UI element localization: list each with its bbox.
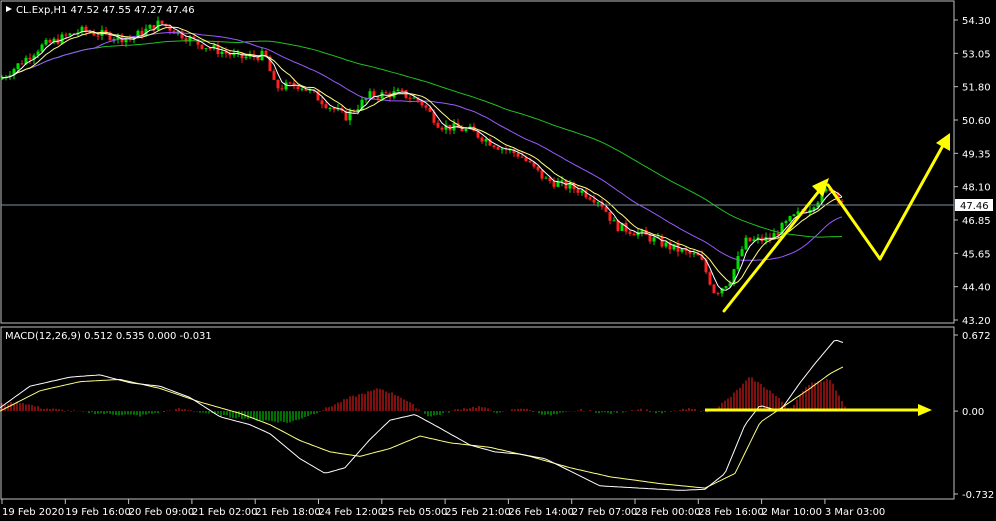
time-tick-label: 28 Feb 16:00 [698,507,764,518]
main-price-panel[interactable] [0,0,955,324]
price-tick-label: 46.85 [962,216,991,227]
time-tick-label: 21 Feb 02:00 [192,507,258,518]
current-price-value: 47.46 [960,201,989,212]
macd-tick-label: 0.672 [962,331,991,342]
time-tick-label: 21 Feb 18:00 [255,507,321,518]
time-tick-label: 2 Mar 10:00 [762,507,822,518]
price-axis[interactable]: 54.30 53.05 51.80 50.60 49.35 48.10 46.85 45.65… [954,16,991,327]
time-tick-label: 26 Feb 14:00 [508,507,574,518]
price-tick-label: 53.05 [962,49,991,60]
price-tick-label: 54.30 [962,16,991,27]
time-tick-label: 25 Feb 21:00 [445,507,511,518]
time-tick-label: 20 Feb 09:00 [129,507,195,518]
macd-axis[interactable]: 0.672 0.00 -0.732 [954,331,994,501]
time-tick-label: 19 Feb 2020 [2,507,64,518]
price-tick-label: 50.60 [962,116,991,127]
price-tick-label: 44.40 [962,283,991,294]
time-tick-label: 24 Feb 12:00 [319,507,385,518]
time-tick-label: 27 Feb 07:00 [572,507,638,518]
trading-chart[interactable]: 47.46 CL.Exp,H1 47.52 47.55 47.27 47.46 … [0,0,996,521]
time-tick-label: 3 Mar 03:00 [825,507,885,518]
macd-tick-label: -0.732 [962,490,994,501]
symbol-info: CL.Exp,H1 47.52 47.55 47.27 47.46 [16,5,195,16]
price-tick-label: 49.35 [962,149,991,160]
macd-panel[interactable] [0,326,955,500]
time-tick-label: 28 Feb 00:00 [635,507,701,518]
candle [748,237,752,242]
macd-tick-label: 0.00 [962,407,984,418]
time-tick-label: 25 Feb 05:00 [382,507,448,518]
candle [712,283,716,294]
price-tick-label: 48.10 [962,183,991,194]
price-tick-label: 45.65 [962,249,991,260]
candle [708,270,712,286]
price-tick-label: 43.20 [962,316,991,327]
price-tick-label: 51.80 [962,83,991,94]
time-axis[interactable]: 19 Feb 2020 19 Feb 16:0020 Feb 09:0021 Fe… [1,499,885,518]
macd-label: MACD(12,26,9) 0.512 0.535 0.000 -0.031 [5,331,212,342]
time-tick-label: 19 Feb 16:00 [65,507,131,518]
